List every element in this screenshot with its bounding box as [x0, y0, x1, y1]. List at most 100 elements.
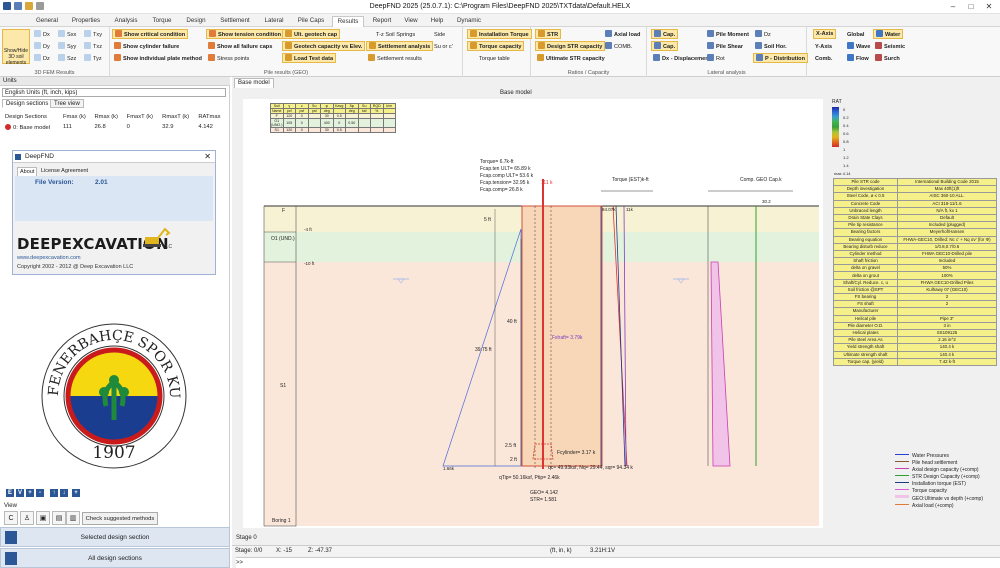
comb-button[interactable]: COMB.: [605, 42, 632, 52]
lateral-dz-button[interactable]: Dz: [755, 30, 771, 40]
water-button[interactable]: Water: [873, 29, 904, 39]
p-distribution-button[interactable]: P - Distribution: [753, 53, 808, 63]
side-button[interactable]: Side: [434, 30, 445, 40]
szz-button[interactable]: Szz: [58, 54, 76, 64]
col-rmaxt: RmaxT (k): [162, 114, 190, 120]
axial-load-button[interactable]: Axial load: [605, 30, 640, 40]
tab-view[interactable]: View: [400, 16, 422, 27]
tab-analysis[interactable]: Analysis: [110, 16, 142, 27]
torque-table-button[interactable]: Torque table: [479, 54, 510, 64]
minimize-button[interactable]: –: [944, 1, 962, 12]
txy-button[interactable]: Txy: [84, 30, 102, 40]
stress-points-button[interactable]: Stress points: [208, 54, 249, 64]
tab-settlement[interactable]: Settlement: [216, 16, 254, 27]
installation-torque-button[interactable]: Installation Torque: [467, 29, 532, 39]
v-button[interactable]: V: [16, 489, 24, 497]
about-close-icon[interactable]: ✕: [204, 151, 211, 163]
about-tab-license[interactable]: License Agreement: [39, 167, 90, 175]
all-design-button[interactable]: All design sections: [0, 548, 230, 568]
cap2-button[interactable]: Cap.: [651, 41, 679, 51]
selected-design-button[interactable]: Selected design section: [0, 527, 230, 547]
window-title: DeepFND 2025 (25.0.7.1): C:\Program File…: [369, 3, 631, 10]
geotech-elev-button[interactable]: Geotech capacity vs Elev.: [282, 41, 366, 51]
global-button[interactable]: Global: [847, 30, 864, 40]
settlement-analysis-button[interactable]: Settlement analysis: [366, 41, 434, 51]
ruler-icon[interactable]: ▤: [52, 511, 66, 525]
syy-button[interactable]: Syy: [58, 42, 76, 52]
move-up-button[interactable]: ↑: [50, 489, 58, 497]
property-value: 3 in: [897, 321, 997, 330]
show-critical-button[interactable]: Show critical condition: [112, 29, 189, 39]
property-value: Default: [897, 213, 997, 223]
move-down-button[interactable]: ↓: [60, 489, 68, 497]
tab-dynamic[interactable]: Dynamic: [452, 16, 486, 27]
dx-button[interactable]: Dx: [34, 30, 50, 40]
pile-view-icon[interactable]: ♙: [20, 511, 34, 525]
tab-pile-caps[interactable]: Pile Caps: [294, 16, 328, 27]
remove-button[interactable]: -: [36, 489, 44, 497]
cg-icon[interactable]: C: [4, 511, 18, 525]
tab-tree-view[interactable]: Tree view: [50, 99, 84, 108]
y-axis-button[interactable]: Y-Axis: [815, 42, 832, 52]
tab-report[interactable]: Report: [368, 16, 396, 27]
dx-displacement-button[interactable]: Dx - Displacement: [653, 54, 711, 64]
pile-shear-button[interactable]: Pile Shear: [707, 42, 743, 52]
show-individual-button[interactable]: Show individual plate method: [114, 54, 202, 64]
cap-button[interactable]: Cap.: [651, 29, 679, 39]
status-stage: Stage: 0/0: [235, 548, 263, 554]
tyz-button[interactable]: Tyz: [84, 54, 102, 64]
e-button[interactable]: E: [6, 489, 14, 497]
tab-properties[interactable]: Properties: [68, 16, 104, 27]
about-url[interactable]: www.deepexcavation.com: [17, 255, 81, 261]
add-section-button[interactable]: +: [72, 489, 80, 497]
table-row[interactable]: 0: Base model 111 26.8 0 32.9 4.142: [3, 122, 227, 132]
settlement-results-button[interactable]: Settlement results: [368, 54, 422, 64]
load-test-button[interactable]: Load Test data: [282, 53, 337, 63]
show-all-failure-button[interactable]: Show all failure caps: [208, 42, 272, 52]
tab-general[interactable]: General: [32, 16, 62, 27]
txy-label: Txy: [93, 32, 103, 38]
section-name-cell[interactable]: 0: Base model: [3, 122, 61, 132]
wave-button[interactable]: Wave: [847, 42, 870, 52]
tab-lateral[interactable]: Lateral: [260, 16, 288, 27]
show-tension-button[interactable]: Show tension condition: [206, 29, 285, 39]
rot-button[interactable]: Rot: [707, 54, 725, 64]
flow-button[interactable]: Flow: [847, 54, 869, 64]
lock-icon[interactable]: ▣: [36, 511, 50, 525]
command-prompt[interactable]: >>: [236, 557, 1000, 568]
tab-torque[interactable]: Torque: [148, 16, 176, 27]
tab-design-sections[interactable]: Design sections: [2, 99, 53, 108]
about-tab-about[interactable]: About: [17, 167, 38, 176]
stage-tab[interactable]: Stage 0: [236, 535, 257, 541]
soil-hor-button[interactable]: Soil Hor.: [755, 42, 787, 52]
torque-capacity-button[interactable]: Torque capacity: [467, 41, 525, 51]
layer-f-label: F: [282, 208, 286, 214]
ult-geotech-button[interactable]: Ult. geotech cap: [282, 29, 341, 39]
txz-button[interactable]: Txz: [84, 42, 102, 52]
su-or-c-button[interactable]: Su or c': [434, 42, 453, 52]
dy-button[interactable]: Dy: [34, 42, 50, 52]
tab-help[interactable]: Help: [426, 16, 448, 27]
design-str-button[interactable]: Design STR capacity: [535, 41, 606, 51]
pile-moment-button[interactable]: Pile Moment: [707, 30, 749, 40]
x-axis-button[interactable]: X-Axis: [813, 29, 837, 39]
maximize-button[interactable]: □: [962, 1, 980, 12]
comb-view-button[interactable]: Comb.: [815, 54, 832, 64]
sxx-button[interactable]: Sxx: [58, 30, 76, 40]
units-select[interactable]: English Units (ft, inch, kips): [2, 88, 226, 97]
dz-button[interactable]: Dz: [34, 54, 50, 64]
surch-button[interactable]: Surch: [875, 54, 900, 64]
add-button[interactable]: +: [26, 489, 34, 497]
tab-design[interactable]: Design: [182, 16, 210, 27]
check-suggested-button[interactable]: Check suggested methods: [82, 512, 158, 525]
close-button[interactable]: ✕: [980, 1, 998, 12]
tab-base-model[interactable]: Base model: [234, 78, 274, 88]
show-cylinder-button[interactable]: Show cylinder failure: [114, 42, 179, 52]
str-button[interactable]: STR: [535, 29, 562, 39]
group-ratios: STR Design STR capacity Ultimate STR cap…: [531, 27, 647, 77]
ultimate-str-button[interactable]: Ultimate STR capacity: [537, 54, 605, 64]
tz-springs-button[interactable]: T-z Soil Springs: [376, 30, 415, 40]
show-hide-soil-button[interactable]: Show/Hide 3D soil elements: [2, 29, 30, 66]
section-icon[interactable]: ▥: [66, 511, 80, 525]
seismic-button[interactable]: Seismic: [875, 42, 905, 52]
